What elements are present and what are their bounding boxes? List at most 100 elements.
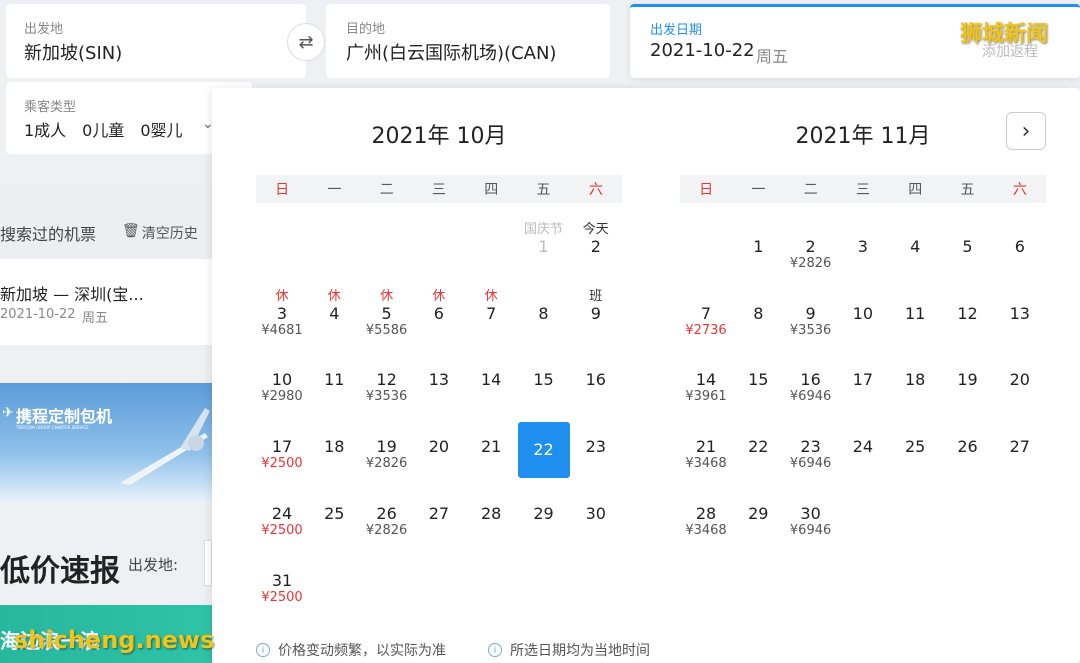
day-cell[interactable]: 休6 [413, 289, 465, 345]
day-cell[interactable]: 17 ¥2500 [256, 422, 308, 478]
day-cell[interactable]: 26 [942, 422, 994, 478]
day-cell[interactable]: 4 [889, 222, 941, 278]
weekday-label: 三 [855, 182, 870, 198]
day-cell[interactable]: 18 [889, 355, 941, 411]
day-cell[interactable]: 11 [889, 289, 941, 345]
day-cell[interactable]: 27 [994, 422, 1046, 478]
day-cell[interactable]: 19 [942, 355, 994, 411]
day-cell[interactable]: 3 [837, 222, 889, 278]
day-tag [785, 489, 837, 505]
day-tag [680, 355, 732, 371]
day-tag: 今天 [582, 222, 609, 237]
day-number: 10 [271, 370, 293, 390]
day-cell[interactable]: 国庆节 1 [518, 222, 570, 278]
day-cell[interactable]: 班9 [570, 289, 622, 345]
clear-history-button[interactable]: 🗑 清空历史 [122, 223, 198, 243]
day-price: ¥6946 [789, 389, 832, 405]
day-cell[interactable]: 休4 [308, 289, 360, 345]
deals-from-input[interactable] [204, 540, 212, 586]
from-field[interactable]: 出发地 新加坡(SIN) [6, 4, 306, 78]
charter-banner[interactable]: ✈ 携程定制包机 TRIP.COM GROUP CHARTER SERVICE [0, 383, 212, 501]
day-cell[interactable]: 23 ¥6946 [785, 422, 837, 478]
to-label: 目的地 [346, 22, 386, 37]
day-number: 24 [271, 503, 293, 523]
day-cell[interactable]: 14 ¥3961 [680, 355, 732, 411]
day-number: 3 [857, 237, 868, 256]
day-cell[interactable]: 30 ¥6946 [785, 489, 837, 545]
day-cell[interactable]: 21 ¥3468 [680, 422, 732, 478]
day-number: 2 [805, 237, 816, 256]
day-cell[interactable]: 5 [942, 222, 994, 278]
weekday-label: 二 [379, 182, 394, 198]
day-cell[interactable]: 24 [837, 422, 889, 478]
day-price: ¥2500 [261, 522, 303, 538]
month-grid-nov: 1 2 ¥2826 3 4 5 6 7 ¥2736 8 9 ¥3536 10 11 12 13 14 ¥3961 1… [680, 222, 1046, 622]
day-tag [361, 422, 413, 438]
day-cell[interactable]: 30 [570, 489, 622, 545]
day-cell[interactable]: 9 ¥3536 [785, 289, 837, 345]
day-tag [837, 222, 889, 238]
day-cell[interactable]: 23 [570, 422, 622, 478]
day-cell[interactable]: 8 [518, 289, 570, 345]
day-tag [308, 489, 360, 505]
day-cell[interactable]: 20 [413, 422, 465, 478]
day-cell[interactable]: 10 ¥2980 [256, 355, 308, 411]
day-cell[interactable]: 15 [732, 355, 784, 411]
day-cell[interactable]: 29 [732, 489, 784, 545]
day-cell[interactable]: 20 [994, 355, 1046, 411]
day-number: 1 [753, 237, 764, 256]
day-number: 17 [271, 437, 293, 457]
swap-icon[interactable]: ⇄ [287, 23, 325, 61]
day-cell[interactable]: 19 ¥2826 [361, 422, 413, 478]
day-cell[interactable]: 17 [837, 355, 889, 411]
day-cell[interactable]: 25 [308, 489, 360, 545]
day-tag [413, 355, 465, 371]
day-cell[interactable]: 今天 2 [570, 222, 622, 278]
day-cell[interactable]: 28 ¥3468 [680, 489, 732, 545]
day-cell[interactable]: 26 ¥2826 [361, 489, 413, 545]
day-cell[interactable]: 25 [889, 422, 941, 478]
day-cell[interactable]: 12 [942, 289, 994, 345]
day-cell[interactable]: 24 ¥2500 [256, 489, 308, 545]
day-cell-selected[interactable]: 22 [517, 422, 570, 479]
day-cell[interactable]: 28 [465, 489, 517, 545]
day-number: 28 [481, 503, 502, 523]
day-cell[interactable]: 10 [837, 289, 889, 345]
day-tag [413, 422, 465, 438]
day-cell[interactable]: 29 [518, 489, 570, 545]
day-cell[interactable]: 14 [465, 355, 517, 411]
day-cell[interactable]: 27 [413, 489, 465, 545]
day-tag [889, 289, 941, 305]
day-cell[interactable]: 1 [732, 222, 784, 278]
day-cell[interactable]: 31 ¥2500 [256, 556, 308, 612]
day-cell[interactable]: 18 [308, 422, 360, 478]
day-cell[interactable]: 13 [413, 355, 465, 411]
day-tag [680, 489, 732, 505]
day-cell[interactable]: 6 [994, 222, 1046, 278]
day-cell[interactable]: 休 5 ¥5586 [361, 289, 413, 345]
day-cell[interactable]: 16 ¥6946 [785, 355, 837, 411]
day-price: ¥2500 [261, 589, 303, 605]
to-field[interactable]: 目的地 广州(白云国际机场)(CAN) [326, 4, 610, 78]
day-cell[interactable]: 16 [570, 355, 622, 411]
next-month-button[interactable]: › [1006, 112, 1046, 150]
day-tag [256, 422, 308, 438]
day-cell[interactable]: 13 [994, 289, 1046, 345]
day-number: 6 [433, 303, 444, 323]
day-number: 6 [1014, 237, 1025, 256]
day-cell[interactable]: 7 ¥2736 [680, 289, 732, 345]
day-cell[interactable]: 12 ¥3536 [361, 355, 413, 411]
day-cell[interactable]: 休 3 ¥4681 [256, 289, 308, 345]
day-cell[interactable]: 休7 [465, 289, 517, 345]
day-cell[interactable]: 8 [732, 289, 784, 345]
from-label: 出发地 [24, 22, 64, 37]
history-item[interactable]: 新加坡 — 深圳(宝... 2021-10-22 周五 [0, 259, 212, 345]
day-cell[interactable]: 22 [732, 422, 784, 478]
day-cell[interactable]: 11 [308, 355, 360, 411]
day-cell[interactable]: 2 ¥2826 [785, 222, 837, 278]
day-cell[interactable]: 21 [465, 422, 517, 478]
clear-history-label: 清空历史 [141, 226, 198, 242]
weekday-label: 三 [431, 182, 446, 198]
date-value: 2021-10-22 [650, 40, 755, 61]
day-cell[interactable]: 15 [518, 355, 570, 411]
